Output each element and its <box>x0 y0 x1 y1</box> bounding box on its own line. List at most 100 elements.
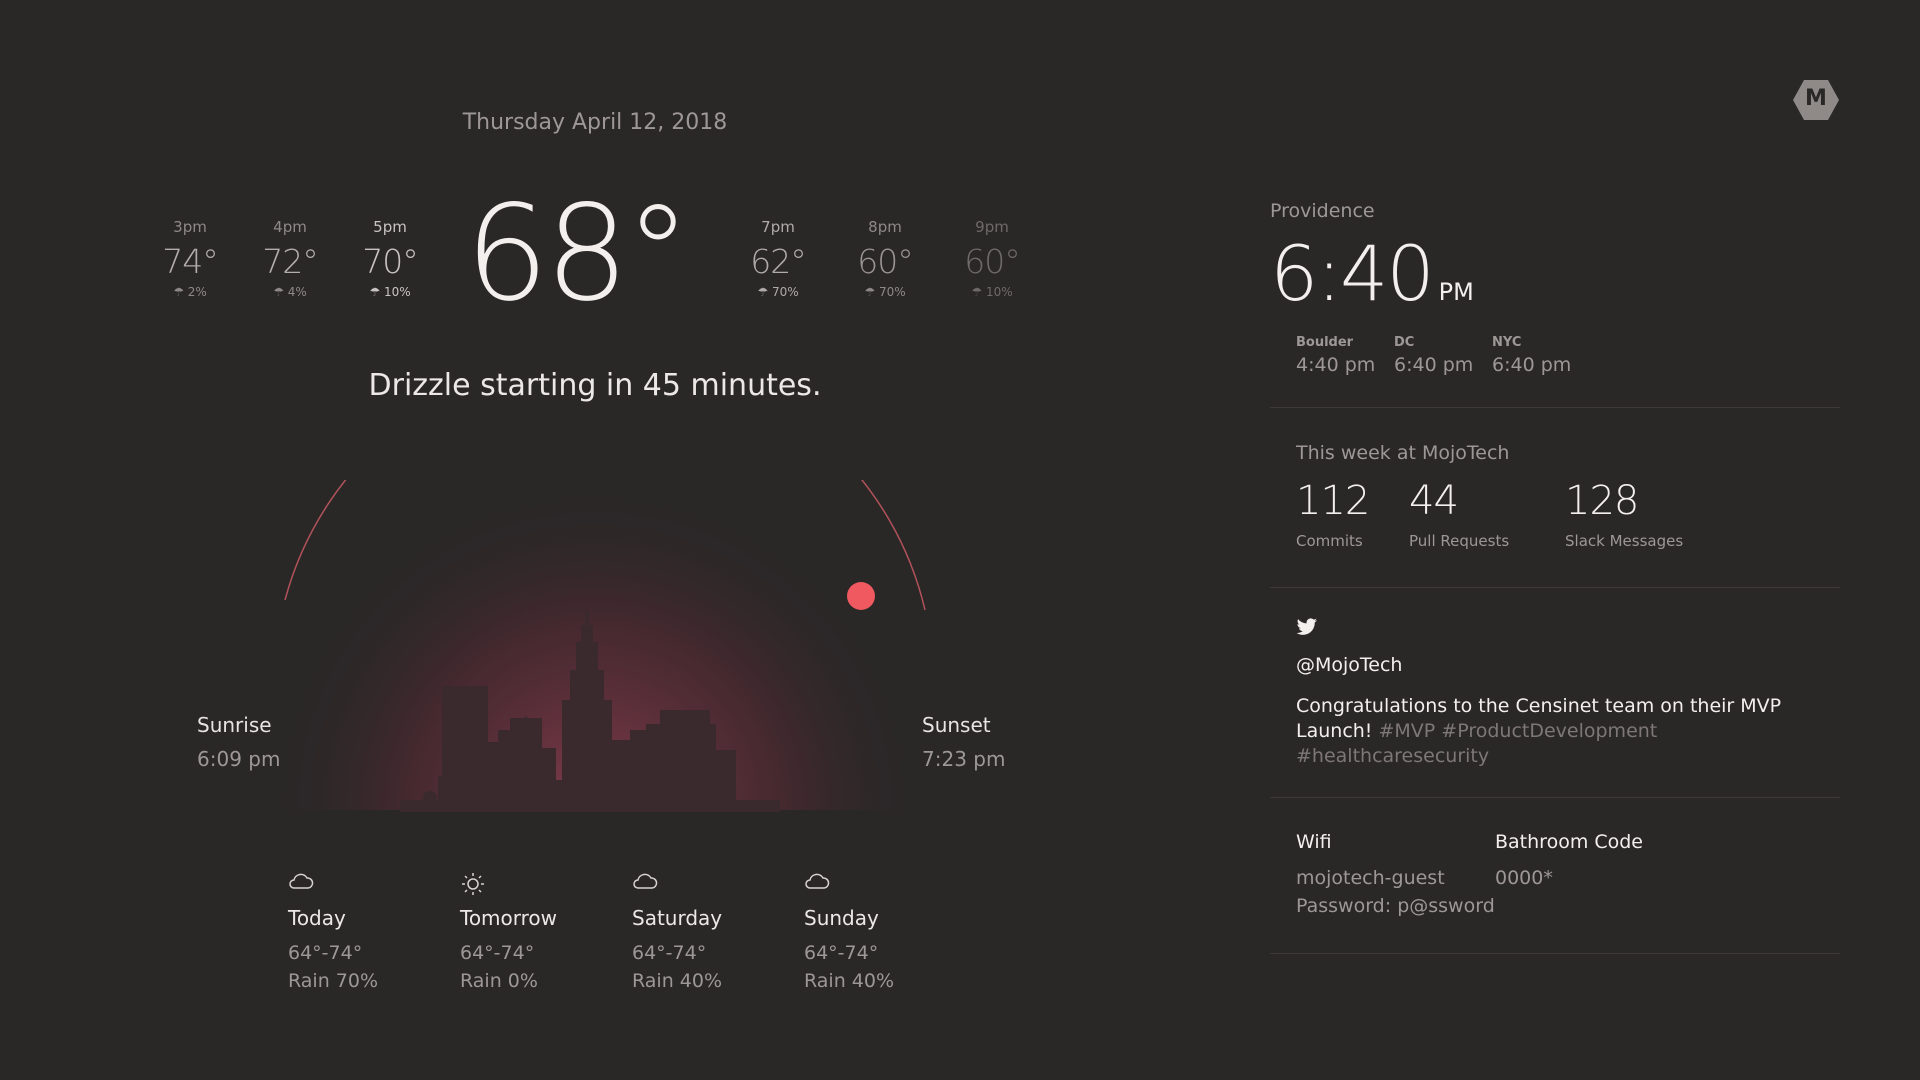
divider <box>1270 797 1840 798</box>
twitter-bird-icon <box>1296 618 1318 640</box>
forecast-day-name: Saturday <box>632 906 723 930</box>
forecast-rain: Rain 0% <box>460 970 538 992</box>
stat-value: 112 <box>1296 478 1370 524</box>
raindrop-icon: ☂ <box>864 285 879 299</box>
hour-time: 7pm <box>761 218 795 236</box>
hourly-item: 9pm 60° ☂ 10% <box>942 218 1042 299</box>
sunrise-label: Sunrise <box>197 713 272 737</box>
stat-label: Commits <box>1296 532 1363 550</box>
divider <box>1270 953 1840 954</box>
local-time: 6:40 <box>1270 229 1435 318</box>
hour-temp: 72° <box>262 242 319 281</box>
hour-temp: 74° <box>162 242 219 281</box>
timezone-time: 6:40 pm <box>1394 354 1474 376</box>
forecast-rain: Rain 70% <box>288 970 379 992</box>
forecast-range: 64°-74° <box>460 942 535 964</box>
stat-pull-requests: 44 Pull Requests <box>1409 478 1509 550</box>
stat-label: Pull Requests <box>1409 532 1510 550</box>
stat-label: Slack Messages <box>1565 532 1684 550</box>
bathroom-label: Bathroom Code <box>1495 831 1644 853</box>
hour-rain: 10% <box>383 285 411 299</box>
hour-rain: 2% <box>187 285 207 299</box>
forecast-rain: Rain 40% <box>632 970 723 992</box>
hour-time: 5pm <box>373 218 407 236</box>
forecast-day: Sunday 64°-74° Rain 40% <box>804 872 964 992</box>
raindrop-icon: ☂ <box>273 285 288 299</box>
hour-rain: 70% <box>878 285 906 299</box>
forecast-day: Today 64°-74° Rain 70% <box>288 872 448 992</box>
hour-rain: 10% <box>985 285 1013 299</box>
sunset-block: Sunset 7:23 pm <box>922 713 1005 771</box>
hourly-item: 4pm 72° ☂ 4% <box>240 218 340 299</box>
sun-icon <box>460 872 620 896</box>
forecast-range: 64°-74° <box>288 942 363 964</box>
forecast-day: Saturday 64°-74° Rain 40% <box>632 872 792 992</box>
timezone-name: NYC <box>1492 335 1522 350</box>
stat-value: 128 <box>1565 478 1639 524</box>
cloud-icon <box>632 872 792 896</box>
cloud-icon <box>804 872 964 896</box>
forecast-day: Tomorrow 64°-74° Rain 0% <box>460 872 620 992</box>
hour-rain: 4% <box>287 285 307 299</box>
timezone-item: DC 6:40 pm <box>1394 335 1473 376</box>
local-ampm: PM <box>1438 278 1474 306</box>
wifi-password: Password: p@ssword <box>1296 895 1495 917</box>
raindrop-icon: ☂ <box>369 285 384 299</box>
timezone-item: NYC 6:40 pm <box>1492 335 1571 376</box>
raindrop-icon: ☂ <box>971 285 986 299</box>
twitter-handle: @MojoTech <box>1296 654 1403 676</box>
hour-temp: 60° <box>857 242 914 281</box>
sunset-label: Sunset <box>922 713 991 737</box>
stat-value: 44 <box>1409 478 1459 524</box>
week-title-text: This week at MojoTech <box>1296 442 1510 464</box>
hour-time: 4pm <box>273 218 307 236</box>
forecast-day-name: Tomorrow <box>460 906 558 930</box>
forecast-range: 64°-74° <box>804 942 879 964</box>
clock-section: Providence 6:40 PM <box>1270 200 1840 312</box>
sunrise-block: Sunrise 6:09 pm <box>197 713 280 771</box>
hourly-item: 3pm 74° ☂ 2% <box>140 218 240 299</box>
divider <box>1270 407 1840 408</box>
hour-rain: 70% <box>771 285 799 299</box>
stat-slack-messages: 128 Slack Messages <box>1565 478 1683 550</box>
forecast-range: 64°-74° <box>632 942 707 964</box>
city-name: Providence <box>1270 200 1375 222</box>
timezone-time: 4:40 pm <box>1296 354 1376 376</box>
sun-arc-graphic <box>200 480 990 812</box>
timezone-name: DC <box>1394 335 1415 350</box>
sunset-time: 7:23 pm <box>922 747 1006 771</box>
current-temperature: 68° <box>465 177 691 331</box>
sunrise-time: 6:09 pm <box>197 747 281 771</box>
mojotech-logo: M <box>1792 78 1840 122</box>
stat-commits: 112 Commits <box>1296 478 1370 550</box>
hour-temp: 60° <box>964 242 1021 281</box>
hourly-item: 5pm 70° ☂ 10% <box>340 218 440 299</box>
hourly-item: 7pm 62° ☂ 70% <box>728 218 828 299</box>
hour-time: 8pm <box>868 218 902 236</box>
hour-temp: 70° <box>362 242 419 281</box>
weather-summary: Drizzle starting in 45 minutes. <box>368 368 822 403</box>
wifi-block: Wifi mojotech-guest Password: p@ssword <box>1296 831 1495 917</box>
hour-temp: 62° <box>750 242 807 281</box>
bathroom-code: 0000* <box>1495 867 1553 889</box>
raindrop-icon: ☂ <box>173 285 188 299</box>
bathroom-block: Bathroom Code 0000* <box>1495 831 1643 889</box>
timezone-item: Boulder 4:40 pm <box>1296 335 1375 376</box>
forecast-day-name: Sunday <box>804 906 879 930</box>
wifi-ssid: mojotech-guest <box>1296 867 1445 889</box>
wifi-label: Wifi <box>1296 831 1332 853</box>
forecast-day-name: Today <box>288 906 346 930</box>
cloud-icon <box>288 872 448 896</box>
raindrop-icon: ☂ <box>757 285 772 299</box>
hourly-item: 8pm 60° ☂ 70% <box>835 218 935 299</box>
timezone-time: 6:40 pm <box>1492 354 1572 376</box>
divider <box>1270 587 1840 588</box>
sun-marker <box>847 582 875 610</box>
forecast-rain: Rain 40% <box>804 970 895 992</box>
week-title: This week at MojoTech <box>1296 442 1509 464</box>
hour-time: 9pm <box>975 218 1009 236</box>
hour-time: 3pm <box>173 218 207 236</box>
date-heading: Thursday April 12, 2018 <box>462 110 728 135</box>
timezone-name: Boulder <box>1296 335 1354 350</box>
tweet-body: Congratulations to the Censinet team on … <box>1296 694 1816 769</box>
